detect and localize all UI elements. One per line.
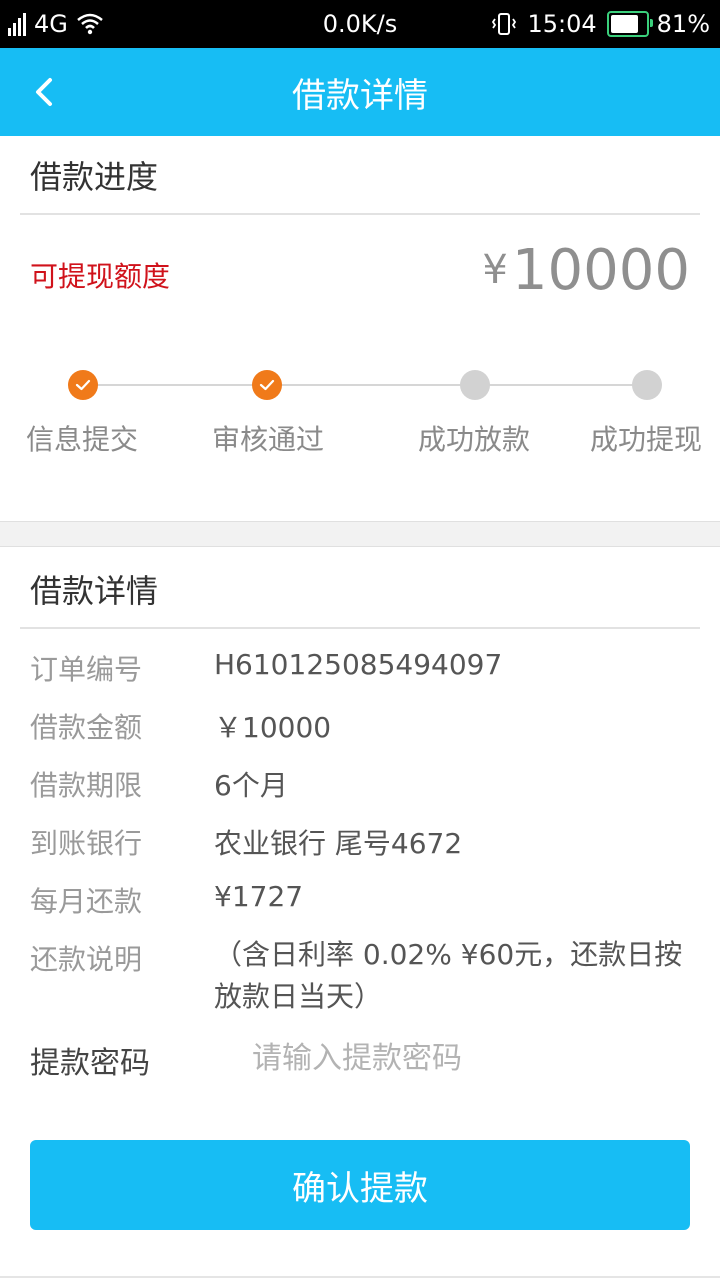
step-1-done-icon xyxy=(68,370,98,400)
step-connector xyxy=(97,384,253,386)
password-input[interactable] xyxy=(240,1030,704,1086)
loan-term-label: 借款期限 xyxy=(30,769,143,802)
battery-level: 81% xyxy=(656,10,710,38)
step-label-disbursed: 成功放款 xyxy=(418,423,531,456)
repayment-note-label: 还款说明 xyxy=(30,943,143,976)
progress-section-title: 借款进度 xyxy=(30,158,159,196)
step-label-submit: 信息提交 xyxy=(26,423,139,456)
loan-amount-value: ￥10000 xyxy=(214,711,332,744)
limit-value: 10000 xyxy=(511,238,690,303)
limit-label: 可提现额度 xyxy=(30,260,171,293)
monthly-payment-label: 每月还款 xyxy=(30,885,143,918)
status-time: 15:04 xyxy=(527,10,597,38)
step-3-pending-icon xyxy=(460,370,490,400)
step-connector xyxy=(489,384,633,386)
bank-label: 到账银行 xyxy=(30,827,143,860)
bank-value: 农业银行 尾号4672 xyxy=(214,827,463,860)
vibrate-icon xyxy=(492,13,517,35)
section-separator xyxy=(0,521,720,547)
step-2-done-icon xyxy=(252,370,282,400)
step-connector xyxy=(281,384,461,386)
password-label: 提款密码 xyxy=(30,1046,150,1081)
divider xyxy=(20,213,700,215)
page-title: 借款详情 xyxy=(292,76,428,116)
status-bar: 4G 0.0K/s 15:04 81% xyxy=(0,0,720,48)
battery-icon xyxy=(606,11,653,37)
details-section-title: 借款详情 xyxy=(30,572,159,610)
status-right: 15:04 81% xyxy=(491,10,710,38)
limit-amount: ¥10000 xyxy=(482,238,690,303)
currency-symbol: ¥ xyxy=(482,247,508,293)
divider xyxy=(20,627,700,629)
repayment-note-value: （含日利率 0.02% ¥60元，还款日按放款日当天） xyxy=(214,938,683,1013)
step-4-pending-icon xyxy=(632,370,662,400)
loan-amount-label: 借款金额 xyxy=(30,711,143,744)
divider xyxy=(0,1276,720,1278)
monthly-payment-value: ¥1727 xyxy=(214,880,304,913)
confirm-withdraw-button[interactable]: 确认提款 xyxy=(30,1140,690,1230)
step-label-approved: 审核通过 xyxy=(212,423,325,456)
step-label-withdrawn: 成功提现 xyxy=(590,423,703,456)
order-number-label: 订单编号 xyxy=(30,653,143,686)
app-header: 借款详情 xyxy=(0,48,720,136)
loan-term-value: 6个月 xyxy=(214,769,288,802)
order-number-value: H610125085494097 xyxy=(214,648,503,681)
